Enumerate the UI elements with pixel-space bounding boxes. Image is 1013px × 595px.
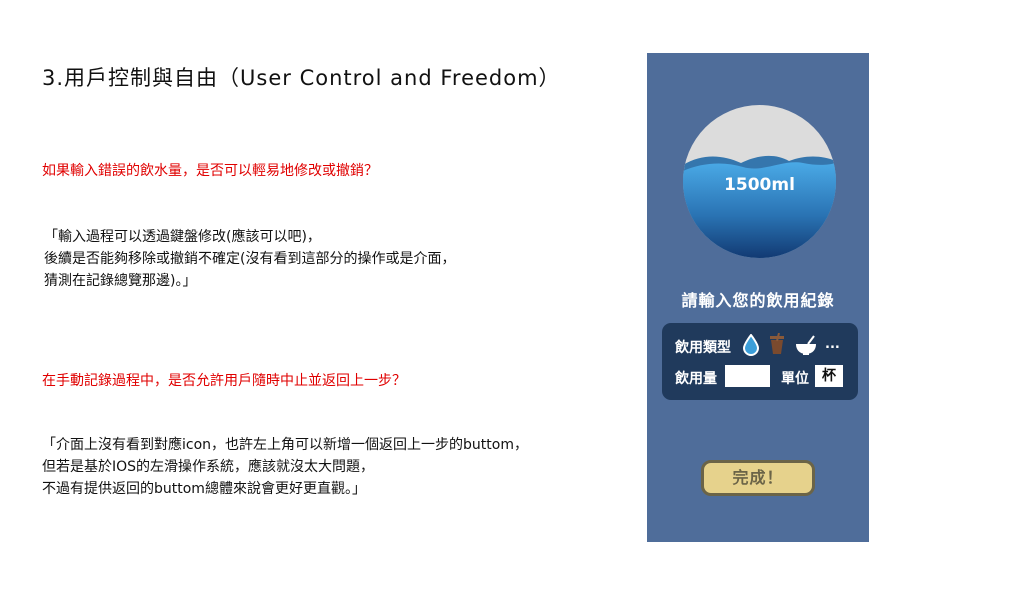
done-button[interactable]: 完成！ — [701, 460, 815, 496]
volume-input[interactable] — [725, 365, 770, 387]
more-types-button[interactable]: ... — [825, 337, 840, 352]
answer-1-line-2: 後續是否能夠移除或撤銷不確定(沒有看到這部分的操作或是介面， — [44, 251, 456, 267]
unit-selector[interactable]: 杯 — [815, 365, 843, 387]
question-2: 在手動記錄過程中，是否允許用戶隨時中止並返回上一步？ — [42, 373, 406, 389]
question-1: 如果輸入錯誤的飲水量，是否可以輕易地修改或撤銷？ — [42, 163, 378, 179]
phone-screen: 1500ml 請輸入您的飲用紀錄 飲用類型 ... 飲用量 單位 杯 完成！ — [647, 53, 869, 542]
record-form-panel: 飲用類型 ... 飲用量 單位 杯 — [662, 323, 858, 400]
drink-type-label: 飲用類型 — [675, 340, 731, 356]
answer-1-line-3: 猜測在記錄總覽那邊)。」 — [44, 273, 197, 289]
answer-1: 「輸入過程可以透過鍵盤修改(應該可以吧)， 後續是否能夠移除或撤銷不確定(沒有看… — [44, 226, 455, 292]
cup-icon[interactable] — [767, 332, 787, 359]
input-prompt: 請輸入您的飲用紀錄 — [681, 291, 835, 310]
answer-2-line-2: 但若是基於IOS的左滑操作系統，應該就沒太大問題， — [42, 459, 375, 475]
water-amount: 1500ml — [724, 175, 795, 195]
unit-label: 單位 — [781, 371, 809, 387]
slide-title: 3.用戶控制與自由（User Control and Freedom） — [42, 66, 561, 90]
answer-2: 「介面上沒有看到對應icon，也許左上角可以新增一個返回上一步的buttom， … — [42, 434, 528, 500]
water-level-circle: 1500ml — [683, 105, 836, 258]
answer-2-line-1: 「介面上沒有看到對應icon，也許左上角可以新增一個返回上一步的buttom， — [42, 437, 528, 453]
answer-1-line-1: 「輸入過程可以透過鍵盤修改(應該可以吧)， — [44, 229, 321, 245]
answer-2-line-3: 不過有提供返回的buttom總體來說會更好更直觀。」 — [42, 481, 366, 497]
water-drop-icon[interactable] — [742, 333, 760, 360]
bowl-icon[interactable] — [794, 334, 818, 360]
volume-label: 飲用量 — [675, 371, 717, 387]
